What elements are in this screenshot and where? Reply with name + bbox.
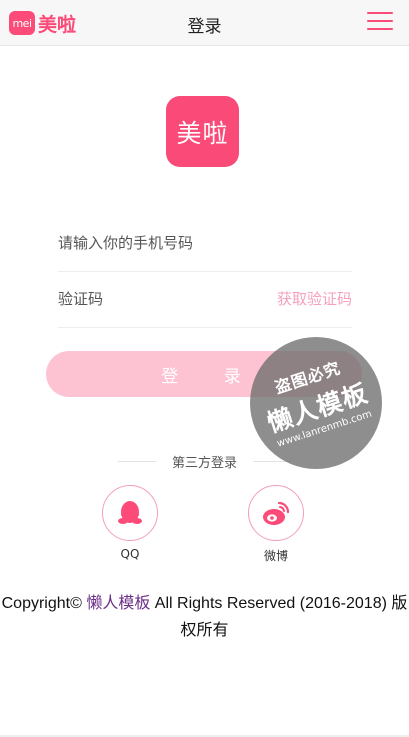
- copyright-suffix: All Rights Reserved (2016-2018) 版权所有: [150, 595, 408, 639]
- get-code-link[interactable]: 获取验证码: [277, 271, 352, 327]
- qq-icon: [118, 501, 142, 524]
- qq-label: QQ: [120, 547, 140, 561]
- qq-login-button[interactable]: QQ: [100, 485, 160, 561]
- weibo-login-button[interactable]: 微博: [246, 485, 306, 564]
- copyright-link[interactable]: 懒人模板: [86, 595, 150, 612]
- phone-input[interactable]: [58, 215, 258, 271]
- phone-field-row: [58, 215, 352, 272]
- app-logo: 美啦: [166, 96, 239, 167]
- watermark-seal: 盗图必究 懒人模板 www.lanrenmb.com: [250, 337, 382, 469]
- copyright-prefix: Copyright©: [1, 595, 87, 612]
- weibo-icon-circle: [248, 485, 304, 541]
- weibo-label: 微博: [263, 549, 288, 563]
- top-bar: mei 美啦 登录: [0, 0, 409, 46]
- hamburger-menu-icon[interactable]: [367, 12, 393, 34]
- copyright-notice: Copyright© 懒人模板 All Rights Reserved (201…: [0, 590, 409, 644]
- code-input[interactable]: [58, 271, 258, 327]
- weibo-icon: [263, 501, 290, 525]
- page-title: 登录: [187, 17, 222, 37]
- menu-bar-line: [367, 20, 393, 22]
- menu-bar-line: [367, 28, 393, 30]
- code-field-row: 获取验证码: [58, 271, 352, 328]
- qq-icon-circle: [102, 485, 158, 541]
- menu-bar-line: [367, 12, 393, 14]
